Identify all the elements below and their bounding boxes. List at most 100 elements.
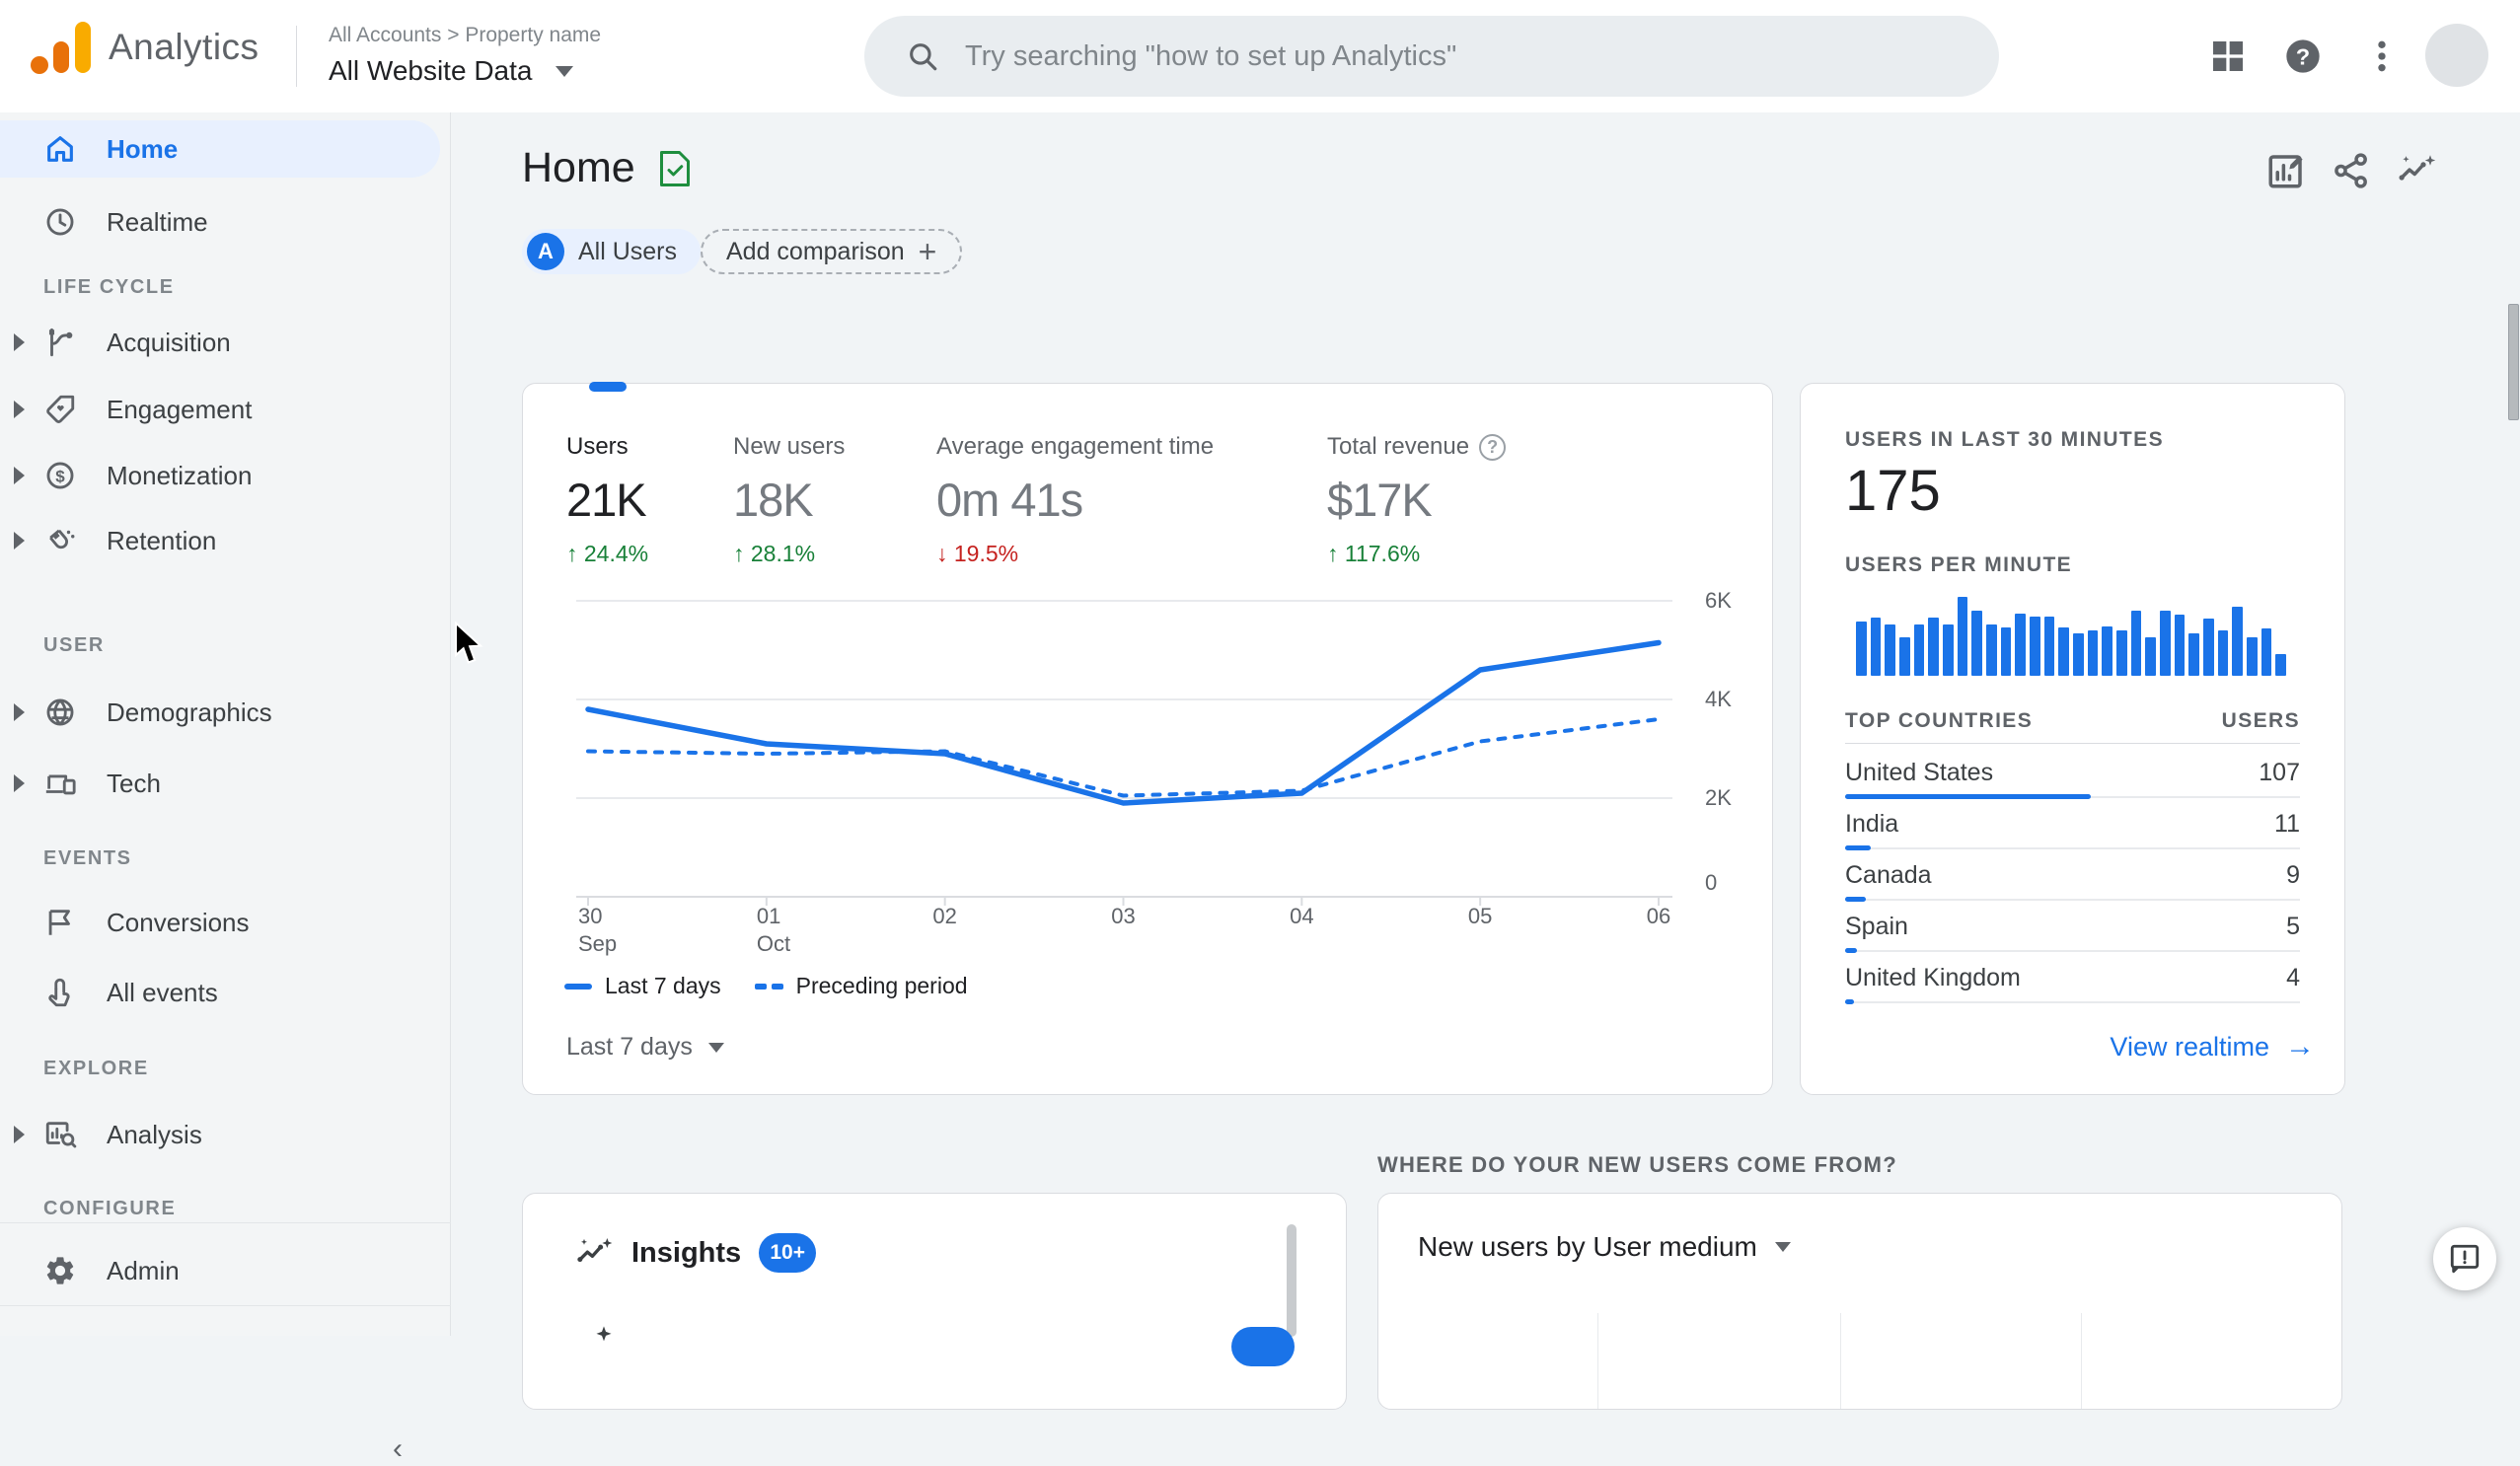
sidebar-item-label: Acquisition <box>107 327 231 357</box>
account-selector[interactable]: All Website Data <box>329 55 574 87</box>
sidebar-item-label: Engagement <box>107 394 253 424</box>
table-divider <box>1845 743 2300 744</box>
country-bar <box>1845 999 1855 1004</box>
metric-avg-engagement-time[interactable]: Average engagement time 0m 41s ↓ 19.5% <box>936 433 1214 567</box>
metric-label: New users <box>733 433 846 460</box>
expand-caret-icon[interactable] <box>14 703 25 721</box>
sidebar-item-admin[interactable]: Admin <box>0 1242 451 1299</box>
svg-text:Oct: Oct <box>757 931 790 956</box>
minute-bar <box>2232 606 2244 676</box>
collapse-sidebar-icon[interactable]: ‹ <box>393 1432 403 1466</box>
more-menu-icon[interactable] <box>2362 37 2402 76</box>
svg-text:?: ? <box>2296 43 2310 69</box>
country-name: Canada <box>1845 861 1932 889</box>
page-scrollbar[interactable] <box>2508 304 2519 420</box>
metric-delta: ↑ 24.4% <box>566 541 649 566</box>
insights-spark-icon[interactable] <box>2396 150 2437 191</box>
svg-text:02: 02 <box>932 904 956 928</box>
minute-bar <box>2043 617 2055 676</box>
top-countries-table: United States 107 India 11 Canada 9 Spai… <box>1845 751 2300 1007</box>
date-range-selector[interactable]: Last 7 days <box>566 1033 724 1062</box>
minute-bar <box>2160 611 2171 676</box>
svg-text:4K: 4K <box>1705 687 1732 711</box>
sidebar-item-monetization[interactable]: $ Monetization <box>0 447 451 504</box>
sidebar-item-engagement[interactable]: Engagement <box>0 381 451 438</box>
table-row[interactable]: India 11 <box>1845 802 2300 853</box>
gear-icon <box>43 1254 77 1287</box>
sidebar-item-conversions[interactable]: Conversions <box>0 894 451 951</box>
expand-caret-icon[interactable] <box>14 532 25 550</box>
country-users: 11 <box>2274 810 2300 838</box>
insights-count-badge[interactable]: 10+ <box>759 1233 817 1273</box>
search-input[interactable]: Try searching "how to set up Analytics" <box>864 16 1999 97</box>
sidebar-item-home[interactable]: Home <box>0 120 440 178</box>
minute-bar <box>2188 632 2200 676</box>
view-realtime-link[interactable]: View realtime → <box>2110 1030 2315 1063</box>
expand-caret-icon[interactable] <box>14 333 25 351</box>
svg-text:6K: 6K <box>1705 588 1732 613</box>
table-row[interactable]: United Kingdom 4 <box>1845 956 2300 1007</box>
share-icon[interactable] <box>2331 150 2372 191</box>
insights-icon <box>574 1233 614 1273</box>
insights-scrollbar[interactable] <box>1287 1224 1297 1337</box>
svg-text:2K: 2K <box>1705 785 1732 810</box>
chevron-down-icon <box>556 65 574 77</box>
sidebar-item-realtime[interactable]: Realtime <box>0 193 451 251</box>
sidebar-nav: Home Realtime LIFE CYCLE Acquisition Eng… <box>0 112 451 1465</box>
minute-bar <box>2247 636 2258 676</box>
help-icon[interactable]: ? <box>1479 433 1507 461</box>
sidebar-item-demographics[interactable]: Demographics <box>0 684 451 741</box>
users-30min-label: USERS IN LAST 30 MINUTES <box>1845 428 2164 451</box>
user-avatar[interactable] <box>2425 24 2488 87</box>
country-bar <box>1845 948 1857 953</box>
sidebar-item-label: Admin <box>107 1255 180 1285</box>
minute-bar <box>1971 610 1983 676</box>
all-users-chip[interactable]: A All Users <box>522 229 702 274</box>
metric-new-users[interactable]: New users 18K ↑ 28.1% <box>733 433 845 567</box>
globe-icon <box>43 696 77 729</box>
minute-bar <box>2130 610 2142 676</box>
insights-card: Insights 10+ <box>522 1193 1347 1410</box>
expand-caret-icon[interactable] <box>14 774 25 792</box>
country-name: India <box>1845 810 1899 838</box>
metric-users[interactable]: Users 21K ↑ 24.4% <box>566 433 648 567</box>
users-30min-value: 175 <box>1845 459 1941 523</box>
tag-heart-icon <box>43 393 77 426</box>
minute-bar <box>1928 617 1940 676</box>
country-users: 5 <box>2286 913 2300 940</box>
apps-grid-icon[interactable] <box>2208 37 2248 76</box>
sidebar-divider <box>0 1305 451 1306</box>
insights-item-spark-icon <box>584 1323 624 1362</box>
realtime-card: USERS IN LAST 30 MINUTES 175 USERS PER M… <box>1800 383 2345 1095</box>
svg-text:04: 04 <box>1290 904 1313 928</box>
sidebar-item-retention[interactable]: Retention <box>0 512 451 569</box>
minute-bar <box>2261 628 2272 676</box>
sidebar-item-all-events[interactable]: All events <box>0 964 451 1021</box>
users-line-chart: 6K 4K 2K 0 30 Sep 01 Oct 02 03 04 05 06 <box>576 588 1732 956</box>
table-row[interactable]: Canada 9 <box>1845 853 2300 905</box>
add-comparison-button[interactable]: Add comparison + <box>701 229 963 274</box>
customize-report-icon[interactable] <box>2265 150 2307 191</box>
sidebar-item-tech[interactable]: Tech <box>0 755 451 812</box>
expand-caret-icon[interactable] <box>14 1126 25 1143</box>
breadcrumb[interactable]: All Accounts > Property name <box>329 24 601 47</box>
new-users-card-title[interactable]: New users by User medium <box>1418 1231 1791 1263</box>
table-row[interactable]: Spain 5 <box>1845 905 2300 956</box>
minute-bar <box>2015 613 2027 676</box>
expand-caret-icon[interactable] <box>14 401 25 418</box>
insights-item-badge[interactable] <box>1231 1327 1295 1366</box>
table-row[interactable]: United States 107 <box>1845 751 2300 802</box>
expand-caret-icon[interactable] <box>14 467 25 484</box>
sidebar-item-acquisition[interactable]: Acquisition <box>0 314 451 371</box>
minute-bar <box>1986 624 1997 676</box>
metric-total-revenue[interactable]: Total revenue ? $17K ↑ 117.6% <box>1327 433 1507 567</box>
chart-gridline <box>2081 1313 2082 1409</box>
svg-text:30: 30 <box>578 904 602 928</box>
metric-label: Users <box>566 433 629 460</box>
sidebar-item-analysis[interactable]: Analysis <box>0 1106 451 1163</box>
carousel-tab-indicator[interactable] <box>589 382 627 392</box>
feedback-button[interactable] <box>2433 1227 2496 1290</box>
chart-legend: Last 7 days Preceding period <box>564 973 968 999</box>
help-icon[interactable]: ? <box>2283 37 2323 76</box>
country-bar <box>1845 794 2091 799</box>
